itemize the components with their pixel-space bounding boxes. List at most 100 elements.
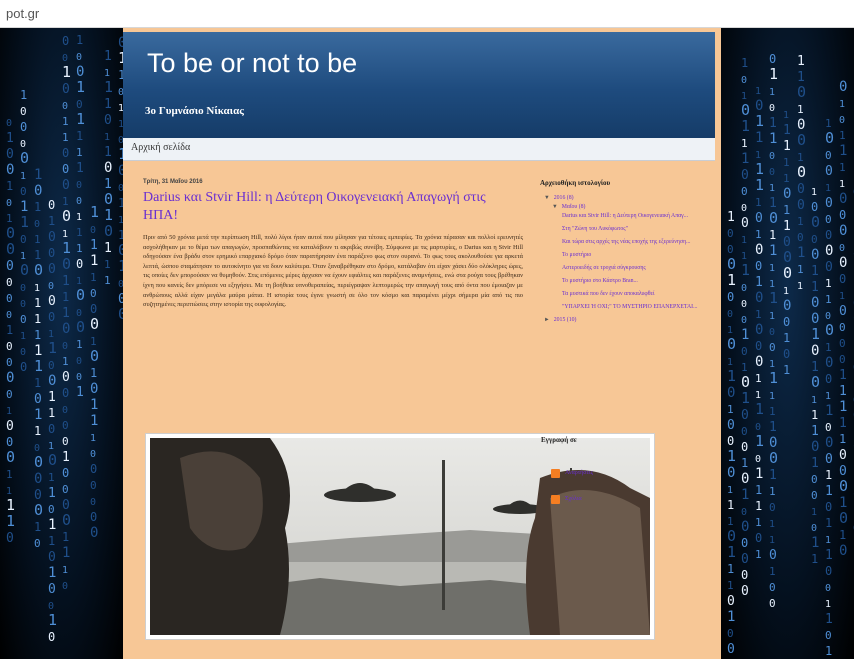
background-matrix-left: 0100101000000100001000111101000010110100… (0, 28, 123, 659)
triangle-down-icon[interactable]: ▼ (552, 204, 558, 210)
url-text: pot.gr (6, 6, 40, 21)
archive-month[interactable]: ▼ Μαΐου (8) (552, 204, 720, 211)
binary-digit: 1 (825, 341, 832, 354)
archive-post-link[interactable]: Αστεροειδής σε τροχιά σύγκρουσης (562, 265, 720, 272)
binary-digit: 0 (62, 321, 70, 337)
binary-digit: 0 (48, 230, 56, 245)
post-title[interactable]: Darius και Stvir Hill: η Δεύτερη Οικογεν… (143, 189, 523, 225)
blog-header: To be or not to be 3ο Γυμνάσιο Νίκαιας (123, 32, 715, 138)
binary-digit: 0 (76, 356, 82, 367)
binary-digit: 1 (839, 143, 847, 159)
binary-digit: 0 (741, 216, 749, 231)
binary-digit: 1 (839, 179, 845, 190)
binary-digit: 1 (755, 130, 763, 146)
binary-digit: 1 (76, 129, 83, 143)
binary-digit: 1 (6, 131, 14, 146)
archive-post-link[interactable]: Το μυστήριο στο Κάστρο Bran... (562, 278, 720, 285)
feed-posts[interactable]: Αναρτήσεις (551, 469, 611, 479)
binary-digit: 0 (20, 313, 27, 326)
binary-digit: 0 (62, 419, 69, 432)
binary-digit: 0 (48, 630, 55, 644)
post-date: Τρίτη, 31 Μαΐου 2016 (143, 179, 203, 185)
binary-digit: 0 (825, 321, 834, 339)
binary-digit: 1 (20, 331, 26, 342)
binary-digit: 0 (839, 223, 847, 239)
archive-year-label[interactable]: 2015 (10) (554, 317, 577, 323)
binary-digit: 1 (797, 54, 805, 69)
archive-post-link[interactable]: Και τώρα στις αρχές της νέας εποχής της … (562, 239, 720, 246)
home-link[interactable]: Αρχική σελίδα (131, 142, 190, 153)
binary-digit: 0 (90, 381, 98, 397)
archive-year[interactable]: ▼ 2016 (8) (544, 195, 720, 202)
binary-digit: 1 (755, 483, 762, 497)
archive-post-link[interactable]: Το μυστήριο (562, 252, 720, 259)
binary-digit: 1 (769, 65, 778, 83)
archive-month-label[interactable]: Μαΐου (8) (562, 204, 586, 210)
binary-digit: 0 (811, 213, 820, 231)
archive-post-link[interactable]: Τα μυστικά που δεν έχουν αποκαλυφθεί (562, 291, 720, 298)
binary-digit: 0 (797, 182, 805, 197)
binary-digit: 1 (62, 450, 70, 465)
rss-feed-icon (551, 469, 560, 478)
binary-digit: 1 (755, 548, 762, 561)
archive-post-link[interactable]: Στη "Ζώνη του Λυκόφωτος" (562, 226, 720, 233)
binary-digit: 0 (839, 243, 845, 254)
binary-digit: 1 (62, 306, 70, 321)
binary-digit: 1 (755, 112, 764, 130)
triangle-right-icon[interactable]: ► (544, 317, 550, 323)
binary-digit: 0 (727, 434, 734, 448)
binary-digit: 1 (769, 485, 776, 498)
binary-digit: 0 (48, 503, 55, 516)
binary-digit: 1 (727, 210, 735, 225)
binary-digit: 0 (20, 360, 27, 374)
binary-digit: 1 (825, 391, 831, 402)
binary-digit: 1 (811, 535, 819, 551)
binary-digit: 1 (783, 156, 790, 169)
binary-digit: 1 (741, 261, 750, 279)
binary-digit: 0 (755, 290, 763, 306)
binary-digit: 0 (20, 120, 27, 134)
binary-digit: 1 (62, 355, 69, 368)
binary-digit: 0 (48, 422, 55, 436)
binary-digit: 0 (90, 287, 97, 300)
browser-url-bar[interactable]: pot.gr (0, 0, 854, 28)
binary-digit: 1 (769, 183, 775, 194)
feed-posts-label[interactable]: Αναρτήσεις (565, 470, 593, 476)
binary-digit: 0 (62, 162, 69, 176)
binary-digit: 1 (755, 196, 762, 209)
archive-year[interactable]: ► 2015 (10) (544, 317, 720, 324)
feed-comments-label[interactable]: Σχόλια (565, 496, 582, 502)
binary-digit: 0 (20, 185, 27, 198)
binary-digit: 0 (104, 222, 113, 240)
archive-year-label[interactable]: 2016 (8) (554, 195, 574, 201)
binary-digit: 1 (104, 241, 112, 256)
binary-digit: 0 (769, 548, 777, 563)
binary-digit: 0 (6, 435, 13, 449)
binary-digit: 1 (48, 214, 55, 228)
binary-digit: 1 (76, 110, 85, 128)
binary-digit: 1 (811, 424, 819, 439)
binary-digit: 0 (34, 537, 41, 550)
binary-digit: 1 (741, 56, 748, 70)
triangle-down-icon[interactable]: ▼ (544, 195, 550, 201)
binary-digit: 0 (825, 583, 831, 594)
binary-digit: 1 (48, 406, 55, 420)
binary-digit: 1 (104, 145, 112, 160)
binary-digit: 1 (755, 228, 762, 241)
archive-post-link[interactable]: Darius και Stvir Hill: η Δεύτερη Οικογεν… (562, 213, 720, 220)
binary-digit: 0 (825, 629, 832, 642)
binary-digit: 1 (825, 484, 833, 499)
binary-digit: 0 (62, 405, 68, 416)
main-column: Τρίτη, 31 Μαΐου 2016 Darius και Stvir Hi… (143, 173, 523, 310)
binary-digit: 0 (741, 345, 748, 358)
binary-digit: 0 (825, 421, 832, 434)
binary-digit: 0 (48, 310, 55, 324)
archive-post-link[interactable]: "ΥΠΑΡΧΕΙ Ή ΟΧΙ;" ΤΟ ΜΥΣΤΗΡΙΟ ΕΠΑΝΕΡΧΕΤΑΙ… (562, 304, 720, 311)
feed-comments[interactable]: Σχόλια (551, 495, 611, 505)
binary-digit: 0 (34, 453, 43, 471)
binary-digit: 0 (741, 568, 748, 582)
binary-digit: 1 (48, 339, 57, 357)
blog-title[interactable]: To be or not to be (147, 48, 357, 79)
binary-digit: 1 (62, 63, 71, 81)
binary-digit: 1 (76, 226, 83, 239)
